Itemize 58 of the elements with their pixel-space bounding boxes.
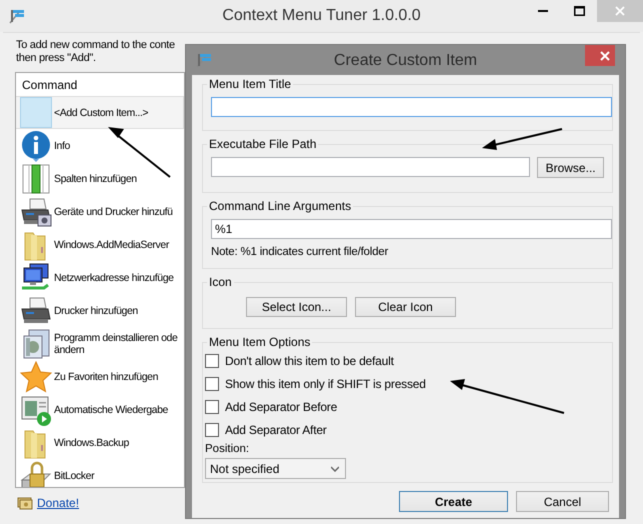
icon-button[interactable]: Select Icon... xyxy=(246,297,347,317)
list-item[interactable]: Automatische Wiedergabe xyxy=(16,393,184,426)
checkbox[interactable] xyxy=(205,400,219,414)
maximize-icon xyxy=(574,6,584,16)
column-header: Command xyxy=(22,78,78,92)
list-item[interactable]: Windows.Backup xyxy=(16,426,184,459)
position-label: Position: xyxy=(205,443,250,455)
app-icon xyxy=(195,52,213,68)
instruction-text: To add new command to the conte xyxy=(16,39,175,51)
app-icon xyxy=(8,8,26,24)
group-label: Menu Item Options xyxy=(208,335,312,349)
browse-button[interactable]: Browse... xyxy=(537,157,604,178)
group-label: Menu Item Title xyxy=(208,77,292,91)
checkbox-label: Show this item only if SHIFT is pressed xyxy=(225,376,426,390)
file-path-field[interactable] xyxy=(211,157,530,177)
dialog-title: Create Custom Item xyxy=(334,52,478,69)
close-icon xyxy=(615,6,625,16)
title-field[interactable] xyxy=(211,97,612,117)
window-title: Context Menu Tuner 1.0.0.0 xyxy=(222,7,421,24)
note-text: Note: %1 indicates current file/folder xyxy=(211,246,390,258)
dialog-button[interactable]: Cancel xyxy=(516,491,609,512)
list-item[interactable]: Windows.AddMediaServer xyxy=(16,228,184,261)
printer-icon xyxy=(20,196,52,228)
checkbox-label: Add Separator After xyxy=(225,422,327,436)
checkbox[interactable] xyxy=(205,422,219,436)
position-dropdown[interactable]: Not specified xyxy=(205,458,346,479)
checkbox-label: Add Separator Before xyxy=(225,400,338,414)
autoplay-icon xyxy=(20,394,52,426)
dialog-button[interactable]: Create xyxy=(399,491,508,512)
icon-button[interactable]: Clear Icon xyxy=(355,297,456,317)
donate-link[interactable]: Donate! xyxy=(37,496,80,510)
caret-icon xyxy=(331,466,339,472)
list-item[interactable]: Programm deinstallieren ode ändern xyxy=(16,327,184,360)
list-item[interactable]: Geräte und Drucker hinzufü xyxy=(16,195,184,228)
info-icon xyxy=(21,130,51,162)
star-icon xyxy=(20,360,52,392)
group-label: Command Line Arguments xyxy=(208,199,352,213)
list-item[interactable]: Spalten hinzufügen xyxy=(16,162,184,195)
list-item[interactable]: Drucker hinzufügen xyxy=(16,294,184,327)
checkbox-label: Don't allow this item to be default xyxy=(225,354,394,368)
arguments-field[interactable]: %1 xyxy=(211,219,612,239)
close-button[interactable] xyxy=(585,45,615,66)
group-label: Icon xyxy=(208,275,233,289)
list-item[interactable]: Info xyxy=(16,129,184,162)
installer-icon xyxy=(21,328,51,360)
checkbox[interactable] xyxy=(205,354,219,368)
minimize-icon xyxy=(538,10,548,12)
list-item[interactable]: Netzwerkadresse hinzufüge xyxy=(16,261,184,294)
list-item[interactable]: <Add Custom Item...> xyxy=(16,96,184,129)
group-label: Executabe File Path xyxy=(208,137,318,151)
instruction-text: then press "Add". xyxy=(16,52,96,64)
checkbox[interactable] xyxy=(205,376,219,390)
columns-icon xyxy=(21,162,51,194)
money-icon xyxy=(17,496,33,510)
close-icon xyxy=(600,50,610,60)
list-item[interactable]: Zu Favoriten hinzufügen xyxy=(16,360,184,393)
lock-icon xyxy=(20,460,52,487)
list-item[interactable]: BitLocker xyxy=(16,459,184,487)
